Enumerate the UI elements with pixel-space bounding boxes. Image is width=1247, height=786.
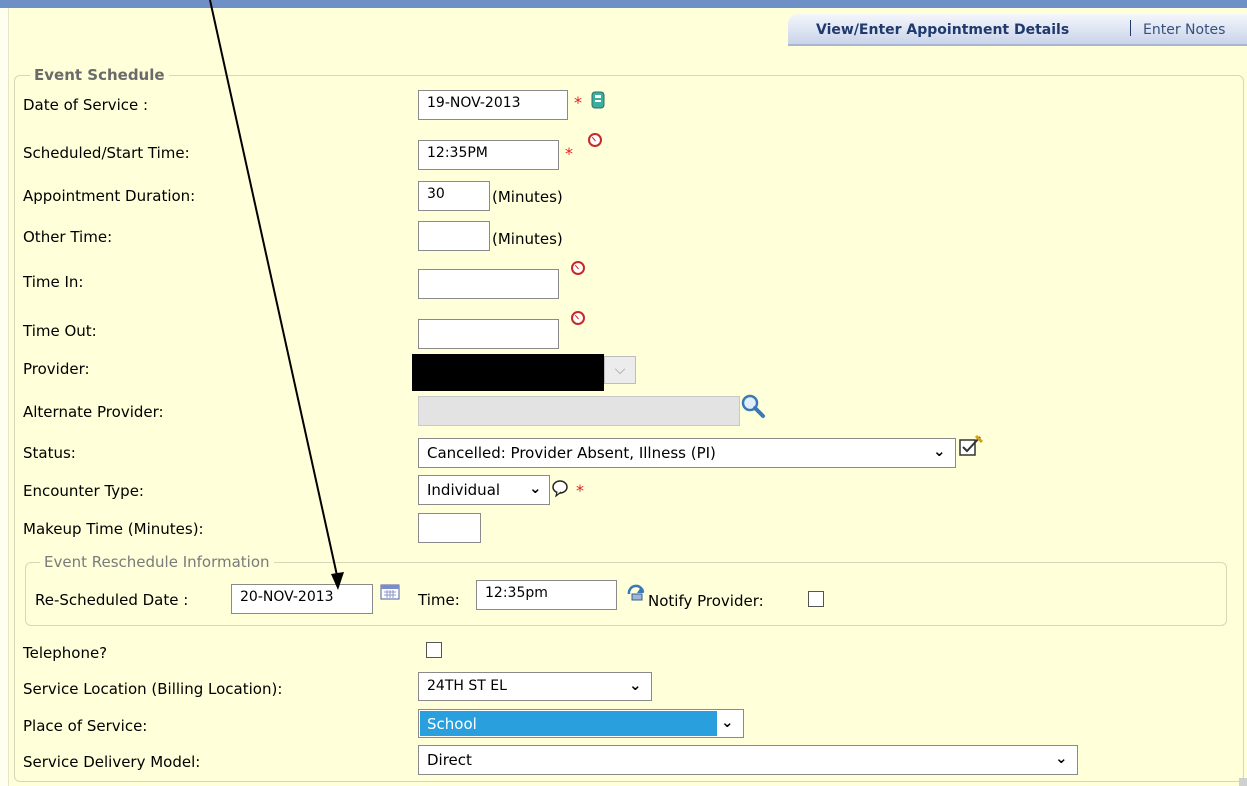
annotation-arrow [209,0,344,590]
